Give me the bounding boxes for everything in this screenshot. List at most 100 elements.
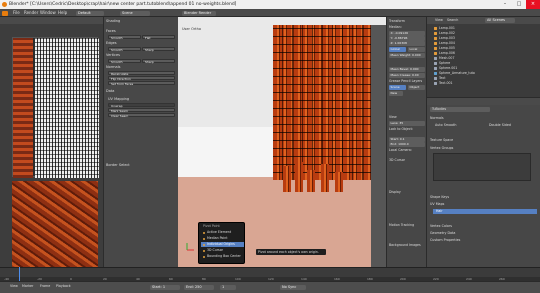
mean-crease-field[interactable]: Mean Crease: 0.00 bbox=[389, 73, 425, 78]
window-title-bar: Blender* [C:\Users\Cedric\Desktop\crap\h… bbox=[0, 0, 540, 9]
median-x-field[interactable]: X: -0.09126 bbox=[389, 31, 425, 36]
outliner-item[interactable]: Sphere.001 bbox=[434, 66, 539, 71]
timeline-frame-menu[interactable]: Frame bbox=[40, 284, 50, 288]
tool-shelf: Shading Faces Smooth Flat Edges Smooth S… bbox=[103, 17, 178, 267]
end-frame-field[interactable]: End: 250 bbox=[184, 285, 214, 290]
global-toggle[interactable]: Global bbox=[389, 47, 406, 52]
pivot-point-menu[interactable]: Pivot Point Active Element Median Point … bbox=[198, 222, 245, 264]
unwrap-select[interactable]: Unwrap bbox=[108, 103, 175, 108]
outliner-item[interactable]: Text bbox=[434, 76, 539, 81]
display-header[interactable]: Display bbox=[389, 190, 425, 195]
vertices-sharp-button[interactable]: Sharp bbox=[142, 59, 175, 64]
vertex-groups-list[interactable] bbox=[433, 153, 531, 181]
pivot-active-element[interactable]: Active Element bbox=[201, 230, 244, 235]
clip-start-field[interactable]: Start: 0.1 bbox=[389, 137, 425, 142]
outliner-item[interactable]: Lamp.005 bbox=[434, 46, 539, 51]
uv-map-slot[interactable]: Hair bbox=[433, 209, 537, 214]
mean-weight-field[interactable]: Mean Weight: 0.000 bbox=[389, 53, 425, 58]
screen-layout-select[interactable]: Default bbox=[76, 10, 104, 16]
menu-file[interactable]: File bbox=[11, 9, 22, 17]
maximize-button[interactable]: □ bbox=[512, 0, 526, 9]
edges-sharp-button[interactable]: Sharp bbox=[142, 47, 175, 52]
uv-image-editor[interactable] bbox=[0, 17, 103, 281]
view-header[interactable]: View bbox=[389, 115, 425, 120]
outliner-item[interactable]: Sphere bbox=[434, 61, 539, 66]
faces-flat-button[interactable]: Flat bbox=[142, 35, 175, 40]
menu-help[interactable]: Help bbox=[56, 9, 69, 17]
double-sided-checkbox[interactable]: Double Sided bbox=[489, 123, 534, 128]
texture-space-header[interactable]: Texture Space bbox=[430, 138, 538, 143]
outliner-view-menu[interactable]: View bbox=[435, 17, 443, 24]
motion-tracking-header[interactable]: Motion Tracking bbox=[389, 223, 425, 228]
render-engine-select[interactable]: Blender Render bbox=[182, 10, 216, 16]
edges-smooth-button[interactable]: Smooth bbox=[108, 47, 141, 52]
timeline-view-menu[interactable]: View bbox=[10, 284, 18, 288]
flip-direction-button[interactable]: Flip Direction bbox=[108, 76, 175, 81]
outliner-item[interactable]: Lamp.001 bbox=[434, 26, 539, 31]
start-frame-field[interactable]: Start: 1 bbox=[150, 285, 180, 290]
edit-mesh-wireframe bbox=[273, 25, 383, 180]
uv-maps-header[interactable]: UV Maps bbox=[430, 202, 538, 207]
outliner-item[interactable]: Lamp.003 bbox=[434, 36, 539, 41]
vertex-colors-header[interactable]: Vertex Colors bbox=[430, 224, 538, 229]
pivot-individual-origins[interactable]: Individual Origins bbox=[201, 242, 244, 247]
vertex-groups-header[interactable]: Vertex Groups bbox=[430, 146, 538, 151]
sync-mode-select[interactable]: No Sync bbox=[280, 285, 306, 290]
3d-cursor-header[interactable]: 3D Cursor bbox=[389, 158, 425, 163]
minimize-button[interactable]: – bbox=[498, 0, 512, 9]
properties-tabs[interactable] bbox=[427, 98, 540, 105]
gp-scene-toggle[interactable]: Scene bbox=[389, 85, 406, 90]
vertices-smooth-button[interactable]: Smooth bbox=[108, 59, 141, 64]
custom-properties-header[interactable]: Custom Properties bbox=[430, 238, 538, 243]
outliner-item[interactable]: Lamp.004 bbox=[434, 41, 539, 46]
outliner-item[interactable]: Mesh.007 bbox=[434, 56, 539, 61]
median-z-field[interactable]: Z: 1.06308 bbox=[389, 41, 425, 46]
outliner-item[interactable]: Lamp.006 bbox=[434, 51, 539, 56]
mean-bevel-field[interactable]: Mean Bevel: 0.000 bbox=[389, 67, 425, 72]
3d-viewport[interactable]: User Ortho Pivot Point Active Element Me… bbox=[178, 17, 386, 267]
outliner-search-menu[interactable]: Search bbox=[447, 17, 458, 24]
auto-smooth-checkbox[interactable]: Auto Smooth bbox=[435, 123, 480, 128]
gp-object-toggle[interactable]: Object bbox=[408, 85, 425, 90]
last-operator-header[interactable]: Border Select bbox=[106, 163, 177, 168]
panel-header-data[interactable]: Data bbox=[106, 89, 177, 94]
timeline-playback-menu[interactable]: Playback bbox=[56, 284, 71, 288]
editor-type-icon[interactable] bbox=[2, 10, 8, 16]
outliner-item[interactable]: Sphere_Armature_tuto bbox=[434, 71, 539, 76]
outliner-display-select[interactable]: All Scenes bbox=[485, 18, 515, 23]
shape-keys-header[interactable]: Shape Keys bbox=[430, 195, 538, 200]
outliner-item[interactable]: Lamp.002 bbox=[434, 31, 539, 36]
pivot-median-point[interactable]: Median Point bbox=[201, 236, 244, 241]
hair-mesh[interactable] bbox=[273, 25, 383, 192]
faces-smooth-button[interactable]: Smooth bbox=[108, 35, 141, 40]
grease-pencil-header[interactable]: Grease Pencil Layers bbox=[389, 79, 425, 84]
uv-texture-image[interactable] bbox=[12, 37, 99, 178]
median-y-field[interactable]: Y: -0.86796 bbox=[389, 36, 425, 41]
lens-field[interactable]: Lens: 35 bbox=[389, 121, 425, 126]
panel-header-shading[interactable]: Shading bbox=[106, 19, 177, 24]
mesh-datablock-field[interactable]: TuBodies bbox=[430, 107, 490, 112]
transform-header[interactable]: Transform bbox=[389, 19, 425, 24]
close-button[interactable]: × bbox=[526, 0, 540, 9]
current-frame-field[interactable]: 1 bbox=[220, 285, 236, 290]
clip-end-field[interactable]: End: 1000.0 bbox=[389, 142, 425, 147]
normals-header[interactable]: Normals bbox=[430, 116, 538, 121]
clear-seam-button[interactable]: Clear Seam bbox=[108, 113, 175, 118]
recalculate-button[interactable]: Recalculate bbox=[108, 71, 175, 76]
timeline-marker-menu[interactable]: Marker bbox=[22, 284, 33, 288]
geometry-data-header[interactable]: Geometry Data bbox=[430, 231, 538, 236]
timeline[interactable]: -40 -20 0 20 40 60 80 100 120 140 160 180 200 220 240 2… bbox=[0, 267, 540, 282]
background-images-header[interactable]: Background Images bbox=[389, 243, 425, 248]
uv-texture-bottom[interactable] bbox=[12, 181, 98, 281]
outliner-item-label: Lamp.006 bbox=[439, 51, 455, 55]
menu-window[interactable]: Window bbox=[38, 9, 58, 17]
mark-seam-button[interactable]: Mark Seam bbox=[108, 108, 175, 113]
local-toggle[interactable]: Local bbox=[408, 47, 425, 52]
pivot-3d-cursor[interactable]: 3D Cursor bbox=[201, 248, 244, 253]
set-from-faces-button[interactable]: Set from Faces bbox=[108, 81, 175, 86]
gp-new-button[interactable]: New bbox=[389, 91, 403, 96]
scene-select[interactable]: Scene bbox=[120, 10, 150, 16]
outliner-item[interactable]: Text.001 bbox=[434, 81, 539, 86]
timeline-playhead[interactable] bbox=[19, 267, 20, 281]
pivot-bounding-box[interactable]: Bounding Box Center bbox=[201, 254, 244, 259]
